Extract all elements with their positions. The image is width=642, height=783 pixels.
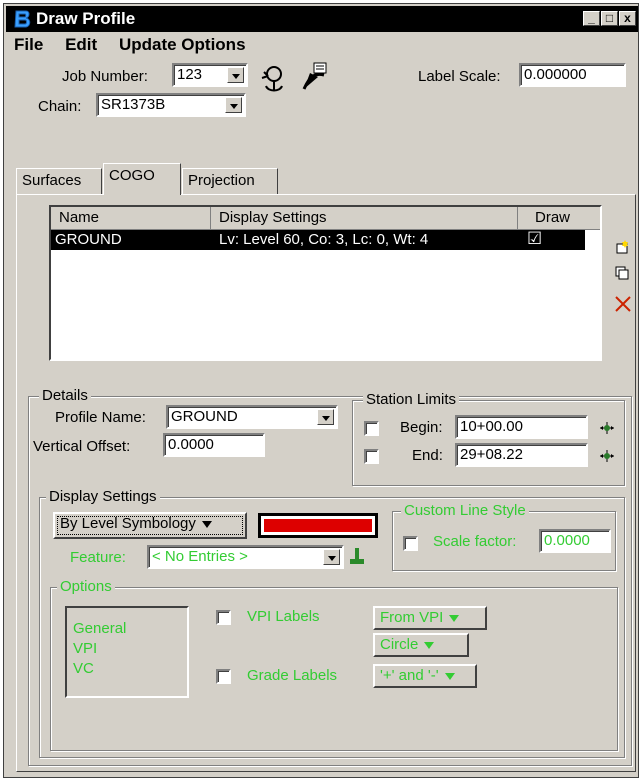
symbology-value: By Level Symbology bbox=[60, 515, 196, 532]
chain-value: SR1373B bbox=[101, 96, 166, 113]
column-header-draw[interactable]: Draw bbox=[519, 207, 600, 229]
row-draw-checkbox[interactable]: ☑ bbox=[527, 229, 542, 249]
maximize-button[interactable]: □ bbox=[601, 11, 618, 26]
menu-bar: File Edit Update Options bbox=[14, 35, 263, 55]
row-name: GROUND bbox=[55, 231, 122, 248]
station-limits-title: Station Limits bbox=[363, 391, 460, 408]
chevron-down-icon[interactable] bbox=[227, 67, 244, 83]
end-checkbox[interactable] bbox=[364, 449, 379, 464]
job-number-value: 123 bbox=[177, 66, 203, 83]
close-button[interactable]: x bbox=[619, 11, 636, 26]
chain-combo[interactable]: SR1373B bbox=[96, 93, 246, 117]
chevron-down-icon bbox=[449, 614, 460, 622]
list-item[interactable]: VC bbox=[73, 660, 94, 677]
begin-checkbox[interactable] bbox=[364, 421, 379, 436]
display-settings-title: Display Settings bbox=[46, 488, 160, 505]
row-display-settings: Lv: Level 60, Co: 3, Lc: 0, Wt: 4 bbox=[219, 231, 429, 248]
title-bar[interactable]: Draw Profile _ □ x bbox=[6, 6, 638, 32]
job-number-combo[interactable]: 123 bbox=[172, 63, 248, 87]
scale-factor-input[interactable]: 0.0000 bbox=[539, 529, 611, 553]
options-title: Options bbox=[57, 578, 115, 595]
custom-line-style-group: Custom Line Style Scale factor: 0.0000 bbox=[392, 502, 616, 571]
vpi-labels-label: VPI Labels bbox=[247, 608, 320, 625]
new-surface-icon[interactable] bbox=[614, 239, 630, 255]
options-list[interactable]: General VPI VC bbox=[65, 606, 189, 698]
draw-profile-window: Draw Profile _ □ x File Edit Update Opti… bbox=[3, 3, 639, 778]
tab-surfaces[interactable]: Surfaces bbox=[16, 168, 102, 194]
column-header-display-settings[interactable]: Display Settings bbox=[211, 207, 518, 229]
station-limits-group: Station Limits Begin: 10+00.00 End: 29+0… bbox=[352, 391, 625, 486]
anchor-icon[interactable] bbox=[256, 64, 288, 96]
scale-factor-label: Scale factor: bbox=[433, 533, 517, 550]
details-title: Details bbox=[39, 387, 91, 404]
tab-cogo[interactable]: COGO bbox=[103, 163, 181, 195]
menu-update-options[interactable]: Update Options bbox=[119, 35, 246, 54]
delete-icon[interactable] bbox=[614, 295, 632, 313]
tab-projection[interactable]: Projection bbox=[182, 168, 278, 194]
color-swatch-button[interactable] bbox=[258, 513, 378, 538]
vpi-shape-dropdown[interactable]: Circle bbox=[373, 633, 469, 657]
locate-end-icon[interactable] bbox=[599, 449, 615, 463]
chain-label: Chain: bbox=[38, 98, 82, 115]
vpi-shape-value: Circle bbox=[380, 636, 419, 653]
copy-icon[interactable] bbox=[614, 265, 630, 281]
feature-combo[interactable]: < No Entries > bbox=[147, 545, 344, 569]
profile-name-label: Profile Name: bbox=[55, 409, 146, 426]
label-scale-label: Label Scale: bbox=[418, 68, 501, 85]
vpi-from-value: From VPI bbox=[380, 609, 444, 626]
list-item[interactable]: VPI bbox=[73, 640, 97, 657]
profile-name-value: GROUND bbox=[171, 408, 238, 425]
begin-station-input[interactable]: 10+00.00 bbox=[455, 415, 588, 439]
locate-begin-icon[interactable] bbox=[599, 421, 615, 435]
grade-labels-checkbox[interactable] bbox=[216, 669, 231, 684]
list-header: Name Display Settings Draw bbox=[51, 207, 600, 230]
vpi-from-dropdown[interactable]: From VPI bbox=[373, 606, 487, 630]
scale-factor-value: 0.0000 bbox=[544, 532, 590, 549]
vertical-offset-value: 0.0000 bbox=[168, 436, 214, 453]
draw-profile-icon[interactable] bbox=[300, 61, 332, 93]
vertical-offset-input[interactable]: 0.0000 bbox=[163, 433, 265, 457]
symbology-dropdown[interactable]: By Level Symbology bbox=[53, 512, 247, 539]
profile-name-combo[interactable]: GROUND bbox=[166, 405, 338, 429]
menu-file[interactable]: File bbox=[14, 35, 43, 54]
begin-station-value: 10+00.00 bbox=[460, 418, 523, 435]
label-scale-value: 0.000000 bbox=[524, 66, 587, 83]
scale-factor-checkbox[interactable] bbox=[403, 536, 418, 551]
feature-value: < No Entries > bbox=[152, 548, 248, 565]
feature-picker-icon[interactable] bbox=[348, 546, 366, 566]
window-title: Draw Profile bbox=[36, 9, 136, 28]
app-logo-icon bbox=[14, 10, 31, 28]
job-number-label: Job Number: bbox=[62, 68, 148, 85]
grade-labels-label: Grade Labels bbox=[247, 667, 338, 684]
display-settings-group: Display Settings By Level Symbology Feat… bbox=[39, 488, 625, 758]
grade-sign-dropdown[interactable]: '+' and '-' bbox=[373, 664, 477, 688]
end-label: End: bbox=[412, 447, 443, 464]
vertical-offset-label: Vertical Offset: bbox=[33, 438, 131, 455]
list-item[interactable]: General bbox=[73, 620, 126, 637]
chevron-down-icon bbox=[444, 672, 455, 680]
end-station-value: 29+08.22 bbox=[460, 446, 523, 463]
menu-edit[interactable]: Edit bbox=[65, 35, 97, 54]
column-header-name[interactable]: Name bbox=[51, 207, 211, 229]
chevron-down-icon bbox=[201, 520, 212, 528]
custom-line-style-title: Custom Line Style bbox=[401, 502, 529, 519]
chevron-down-icon[interactable] bbox=[225, 97, 242, 113]
begin-label: Begin: bbox=[400, 419, 443, 436]
feature-label: Feature: bbox=[70, 549, 126, 566]
table-row[interactable]: GROUND Lv: Level 60, Co: 3, Lc: 0, Wt: 4… bbox=[51, 229, 585, 250]
details-group: Details Profile Name: GROUND Vertical Of… bbox=[28, 387, 632, 766]
chevron-down-icon[interactable] bbox=[323, 549, 340, 565]
label-scale-input[interactable]: 0.000000 bbox=[519, 63, 626, 87]
end-station-input[interactable]: 29+08.22 bbox=[455, 443, 588, 467]
surface-list[interactable]: Name Display Settings Draw GROUND Lv: Le… bbox=[49, 205, 602, 361]
grade-sign-value: '+' and '-' bbox=[380, 667, 439, 684]
tab-panel: Name Display Settings Draw GROUND Lv: Le… bbox=[16, 194, 636, 772]
vpi-labels-checkbox[interactable] bbox=[216, 610, 231, 625]
minimize-button[interactable]: _ bbox=[583, 11, 600, 26]
options-group: Options General VPI VC VPI Labels From V… bbox=[50, 578, 618, 751]
color-swatch bbox=[264, 519, 372, 532]
chevron-down-icon[interactable] bbox=[317, 409, 334, 425]
chevron-down-icon bbox=[424, 641, 435, 649]
